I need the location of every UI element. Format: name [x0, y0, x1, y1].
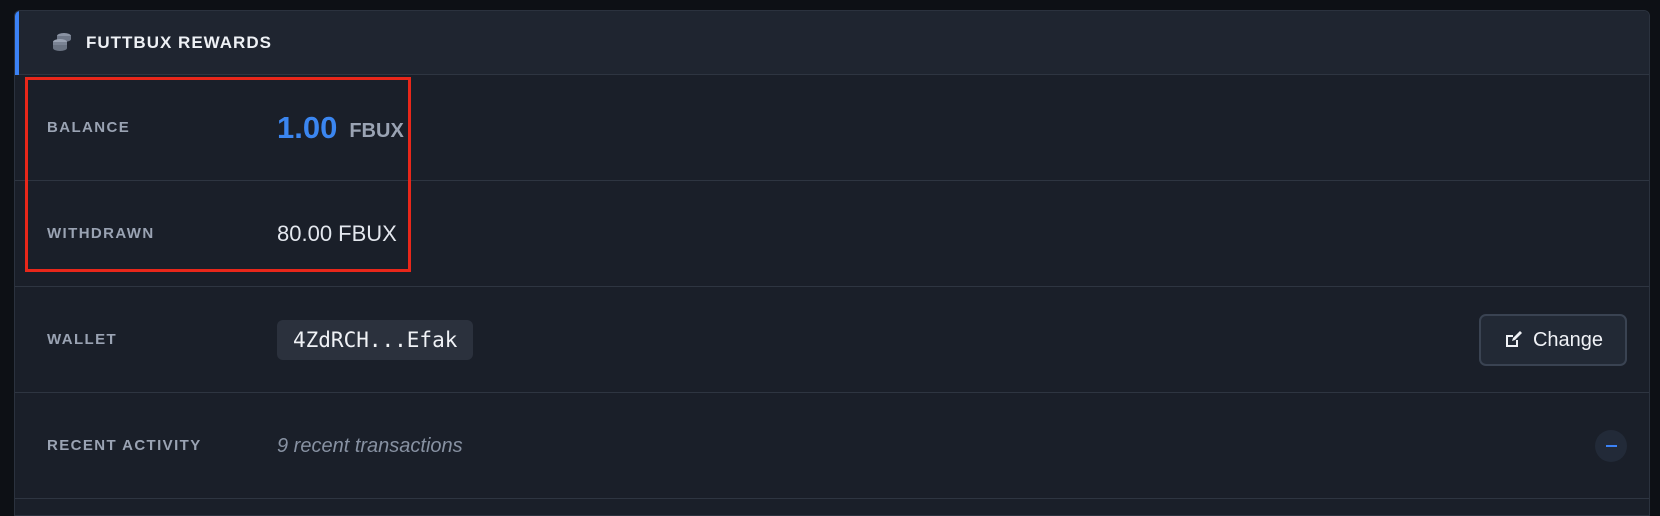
balance-amount: 1.00 — [277, 110, 338, 145]
coins-icon — [53, 33, 71, 51]
recent-activity-summary: 9 recent transactions — [277, 434, 463, 457]
recent-activity-row: RECENT ACTIVITY 9 recent transactions — [15, 393, 1649, 499]
futtbux-rewards-panel: FUTTBUX REWARDS BALANCE 1.00 FBUX WITHDR… — [14, 10, 1650, 516]
collapse-activity-button[interactable] — [1595, 430, 1627, 462]
balance-unit: FBUX — [349, 119, 404, 142]
wallet-row: WALLET 4ZdRCH...Efak Change — [15, 287, 1649, 393]
header-accent-bar — [15, 11, 19, 75]
withdrawn-label: WITHDRAWN — [47, 225, 155, 242]
panel-title: FUTTBUX REWARDS — [86, 33, 272, 52]
wallet-address: 4ZdRCH...Efak — [277, 320, 474, 360]
recent-activity-label: RECENT ACTIVITY — [47, 437, 202, 454]
wallet-label: WALLET — [47, 331, 118, 348]
withdrawn-value: 80.00 FBUX — [277, 221, 397, 246]
change-button-label: Change — [1532, 328, 1604, 351]
balance-row: BALANCE 1.00 FBUX — [15, 75, 1649, 181]
wallet-value-wrapper: 4ZdRCH...Efak — [277, 287, 474, 393]
edit-icon — [1505, 331, 1522, 347]
minus-icon — [1605, 445, 1617, 447]
withdrawn-row: WITHDRAWN 80.00 FBUX — [15, 181, 1649, 287]
balance-value: 1.00 FBUX — [277, 75, 404, 181]
recent-activity-value-wrapper: 9 recent transactions — [277, 393, 463, 499]
withdrawn-value-wrapper: 80.00 FBUX — [277, 181, 397, 287]
balance-label: BALANCE — [47, 119, 131, 136]
panel-header: FUTTBUX REWARDS — [15, 11, 1649, 75]
change-wallet-button[interactable]: Change — [1479, 314, 1627, 366]
